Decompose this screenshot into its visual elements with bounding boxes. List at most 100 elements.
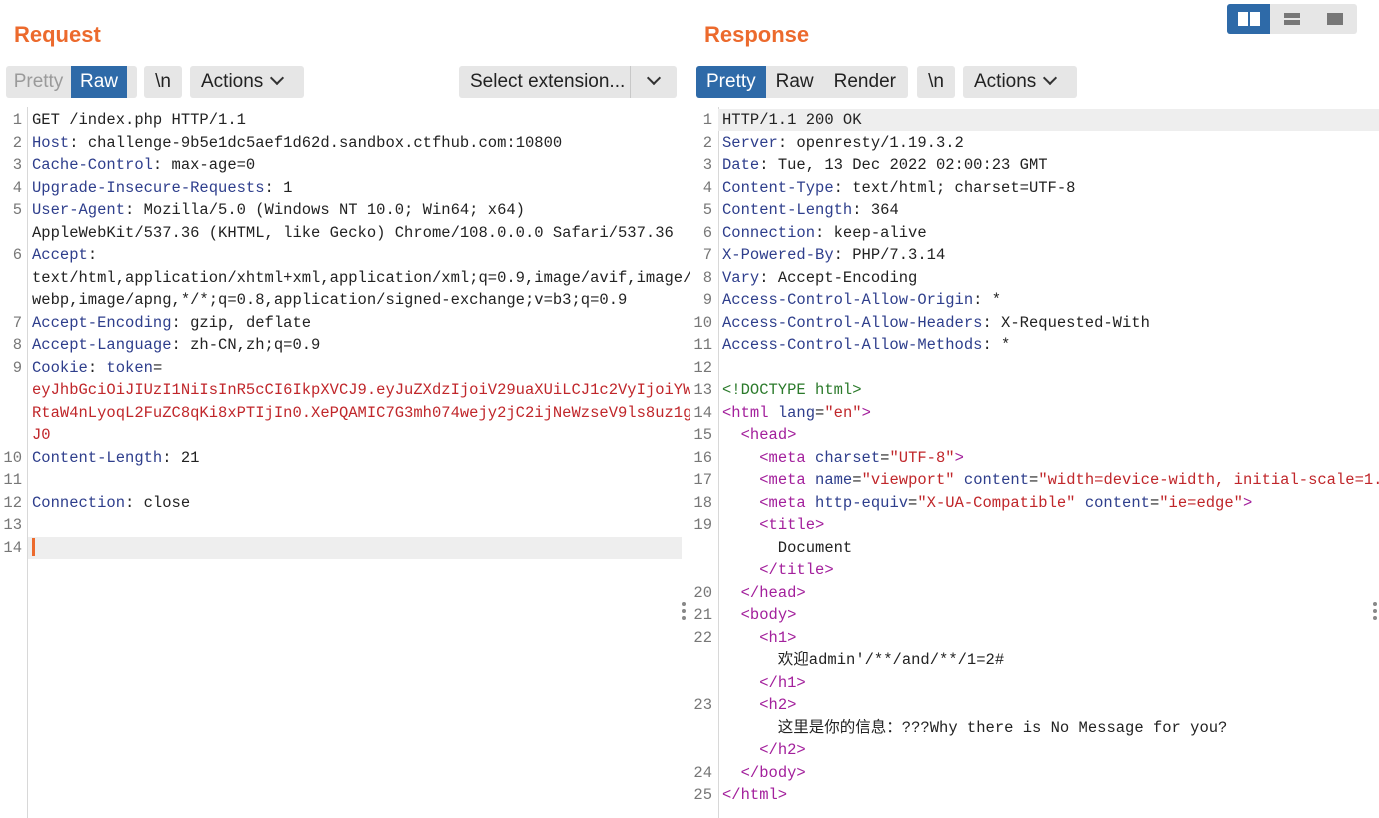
code-token: "en" xyxy=(824,403,862,422)
code-token: Document xyxy=(722,538,853,557)
line-number: 20 xyxy=(693,583,712,602)
code-line: </h2> xyxy=(722,739,1379,761)
code-token: : close xyxy=(125,493,191,512)
code-line: Content-Type: text/html; charset=UTF-8 xyxy=(722,177,1379,199)
pane-resize-handle[interactable] xyxy=(682,602,686,623)
code-token: : challenge-9b5e1dc5aef1d62d.sandbox.ctf… xyxy=(69,133,563,152)
code-token: Cache-Control xyxy=(32,156,153,174)
code-token: <meta xyxy=(759,493,816,512)
request-format-tabs: Pretty Raw xyxy=(6,66,137,98)
code-line: User-Agent: Mozilla/5.0 (Windows NT 10.0… xyxy=(32,199,682,221)
line-number: 1 xyxy=(702,111,712,129)
code-token: charset xyxy=(815,448,881,467)
code-token: token xyxy=(106,358,153,377)
line-number: 7 xyxy=(702,246,712,264)
tab-pretty[interactable]: Pretty xyxy=(696,66,766,98)
line-number: 3 xyxy=(702,156,712,174)
code-line: <meta charset="UTF-8"> xyxy=(722,447,1379,469)
code-token: > xyxy=(1242,493,1253,512)
code-line: <title> xyxy=(722,514,1379,536)
code-token: <h2> xyxy=(759,696,797,714)
code-token: : gzip, deflate xyxy=(171,313,312,332)
code-token: "ie=edge" xyxy=(1159,493,1243,512)
tab-raw[interactable]: Raw xyxy=(766,66,824,98)
code-line: Access-Control-Allow-Headers: X-Requeste… xyxy=(722,312,1379,334)
tab-pretty[interactable]: Pretty xyxy=(6,66,71,98)
line-number: 6 xyxy=(702,223,712,242)
code-token: <meta xyxy=(759,448,816,467)
code-line: Cookie: token= xyxy=(32,357,682,379)
code-token: : Accept-Encoding xyxy=(759,268,918,287)
code-line: text/html,application/xhtml+xml,applicat… xyxy=(32,267,692,289)
code-token: = xyxy=(908,493,918,512)
actions-dropdown[interactable]: Actions xyxy=(963,66,1077,98)
code-token: J0 xyxy=(32,426,51,444)
response-editor[interactable]: 1 HTTP/1.1 200 OK 2 Server: openresty/1.19.… xyxy=(690,107,1379,818)
line-number: 5 xyxy=(702,201,712,219)
line-number: 11 xyxy=(693,336,712,354)
select-extension-chevron[interactable] xyxy=(631,66,677,98)
code-token: : PHP/7.3.14 xyxy=(833,246,946,264)
code-token: = xyxy=(152,358,163,377)
code-line: Document xyxy=(722,537,1379,559)
code-token: name xyxy=(815,471,853,489)
line-number: 13 xyxy=(3,516,22,534)
code-line: </html> xyxy=(722,784,1379,806)
newline-toggle[interactable]: \n xyxy=(144,66,182,98)
newline-toggle[interactable]: \n xyxy=(917,66,955,98)
code-line: Accept-Language: zh-CN,zh;q=0.9 xyxy=(32,334,682,356)
right-resize-handle[interactable] xyxy=(1373,602,1377,623)
line-number: 12 xyxy=(693,358,712,377)
code-token: text/html,application/xhtml+xml,applicat… xyxy=(32,268,693,287)
line-number: 6 xyxy=(12,246,22,264)
code-token: <meta xyxy=(759,471,816,489)
code-token: : keep-alive xyxy=(815,223,927,242)
code-token: User-Agent xyxy=(32,201,126,219)
code-token: eyJhbGciOiJIUzI1NiIsInR5cCI6IkpXVCJ9.eyJ… xyxy=(32,381,693,399)
request-editor[interactable]: 1 GET /index.php HTTP/1.1 2 Host: challenge… xyxy=(0,107,692,818)
code-token: Content-Length xyxy=(722,201,853,219)
code-token: : max-age=0 xyxy=(152,156,256,174)
single-pane-icon[interactable] xyxy=(1313,4,1356,34)
code-line: X-Powered-By: PHP/7.3.14 xyxy=(722,244,1379,266)
code-token: = xyxy=(852,471,862,489)
code-token: 欢迎admin'/**/and/**/1=2# xyxy=(722,651,1005,669)
code-token: </html> xyxy=(722,786,788,804)
code-line: </title> xyxy=(722,559,1379,581)
tab-raw[interactable]: Raw xyxy=(71,66,127,98)
code-token: Accept xyxy=(32,246,88,264)
text-cursor xyxy=(32,538,35,557)
code-token: 这里是你的信息：???Why there is No Message for y… xyxy=(722,718,1228,737)
code-line: <meta http-equiv="X-UA-Compatible" conte… xyxy=(722,492,1379,514)
code-token: AppleWebKit/537.36 (KHTML, like Gecko) C… xyxy=(32,223,674,242)
code-token: Connection xyxy=(32,493,126,512)
tab-render[interactable]: Render xyxy=(824,66,906,98)
code-line: <h1> xyxy=(722,627,1379,649)
code-token: Date xyxy=(722,156,760,174)
split-columns-icon[interactable] xyxy=(1227,4,1270,34)
actions-dropdown-content: Actions xyxy=(963,66,1066,98)
split-rows-icon[interactable] xyxy=(1270,4,1313,34)
select-extension-dropdown[interactable]: Select extension... xyxy=(459,66,677,98)
request-title: Request xyxy=(14,22,101,47)
code-line: <meta name="viewport" content="width=dev… xyxy=(722,469,1379,491)
code-line: Date: Tue, 13 Dec 2022 02:00:23 GMT xyxy=(722,154,1379,176)
chevron-down-icon xyxy=(646,70,662,86)
code-line: <body> xyxy=(722,604,1379,626)
code-token: </body> xyxy=(740,763,806,782)
code-token: = xyxy=(1029,471,1039,489)
code-token: > xyxy=(954,448,964,467)
actions-dropdown[interactable]: Actions xyxy=(190,66,304,98)
code-line: Accept-Encoding: gzip, deflate xyxy=(32,312,682,334)
code-token: Accept-Language xyxy=(32,336,172,354)
request-pane: Request Pretty Raw \n Actions Select ext… xyxy=(0,0,692,818)
line-number: 10 xyxy=(3,448,22,467)
